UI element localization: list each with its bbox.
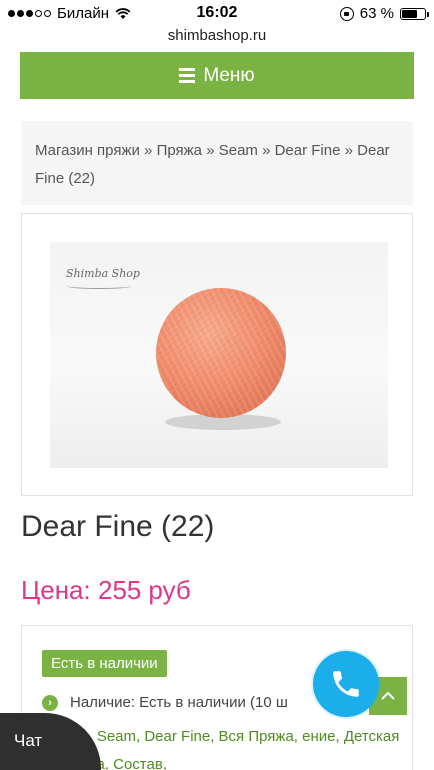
battery-level bbox=[402, 9, 418, 18]
watermark-flourish bbox=[66, 283, 132, 289]
hamburger-icon bbox=[179, 68, 196, 83]
category-tags[interactable]: яжа, Seam, Dear Fine, Вся Пряжа, ение, Д… bbox=[62, 723, 422, 770]
chevron-right-icon: › bbox=[42, 694, 58, 711]
call-button[interactable] bbox=[313, 651, 379, 717]
breadcrumb-separator: » bbox=[206, 142, 215, 159]
menu-label: Меню bbox=[203, 64, 255, 86]
availability-row: › Наличие: Есть в наличии (10 ш bbox=[42, 694, 288, 711]
breadcrumb-link-yarn[interactable]: Пряжа bbox=[157, 142, 202, 159]
status-right: 63 % bbox=[339, 5, 429, 22]
breadcrumb-link-seam[interactable]: Seam bbox=[219, 142, 258, 159]
menu-button[interactable]: Меню bbox=[20, 52, 414, 99]
product-photo[interactable]: Shimba Shop bbox=[50, 242, 388, 468]
battery-icon bbox=[400, 7, 429, 20]
battery-percent: 63 % bbox=[359, 5, 394, 22]
price-currency: руб bbox=[148, 575, 191, 605]
phone-icon bbox=[333, 671, 359, 697]
status-bar: Билайн 16:02 63 % bbox=[0, 0, 434, 28]
availability-text: Наличие: Есть в наличии (10 ш bbox=[70, 694, 288, 711]
product-title: Dear Fine (22) bbox=[21, 510, 215, 543]
yarn-ball-image bbox=[156, 288, 286, 418]
breadcrumb-separator: » bbox=[344, 142, 353, 159]
chat-label: Чат bbox=[14, 731, 43, 750]
product-price: Цена: 255 руб bbox=[21, 575, 191, 606]
price-value: 255 bbox=[97, 575, 142, 605]
breadcrumb-separator: » bbox=[144, 142, 153, 159]
image-watermark: Shimba Shop bbox=[66, 267, 140, 280]
price-label: Цена: bbox=[21, 575, 91, 605]
breadcrumb-link-shop[interactable]: Магазин пряжи bbox=[35, 142, 140, 159]
breadcrumb: Магазин пряжи » Пряжа » Seam » Dear Fine… bbox=[21, 121, 413, 205]
in-stock-badge: Есть в наличии bbox=[42, 650, 167, 677]
breadcrumb-link-dear-fine[interactable]: Dear Fine bbox=[275, 142, 341, 159]
rotation-lock-icon bbox=[339, 6, 354, 21]
product-image-card: Shimba Shop bbox=[21, 213, 413, 496]
chevron-up-icon bbox=[381, 691, 395, 700]
breadcrumb-separator: » bbox=[262, 142, 271, 159]
url-bar[interactable]: shimbashop.ru bbox=[0, 27, 434, 49]
